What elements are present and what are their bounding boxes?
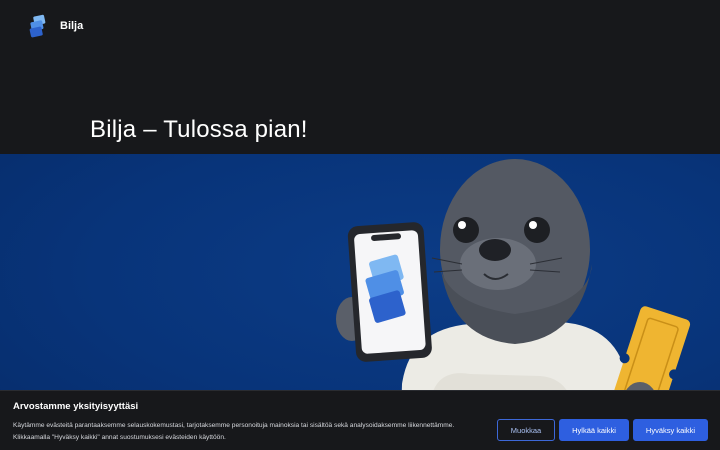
cookie-text-line-1: Käytämme evästeitä parantaaksemme selaus…	[13, 422, 455, 429]
top-bar: Bilja	[0, 0, 720, 52]
cookie-banner-title: Arvostamme yksityisyyttäsi	[13, 401, 139, 412]
cookie-text-line-2: Klikkaamalla "Hyväksy kaikki" annat suos…	[13, 434, 226, 441]
reject-all-button[interactable]: Hylkää kaikki	[559, 419, 629, 441]
brand-name: Bilja	[60, 20, 84, 32]
page: Bilja Bilja – Tulossa pian! Arvostamme y…	[0, 0, 720, 450]
page-title: Bilja – Tulossa pian!	[90, 116, 308, 143]
edit-cookies-button[interactable]: Muokkaa	[497, 419, 555, 441]
cookie-banner-text: Käytämme evästeitä parantaaksemme selaus…	[13, 420, 483, 444]
bilja-logo-icon	[29, 14, 46, 38]
brand-home-link[interactable]: Bilja	[26, 14, 83, 38]
accept-all-button[interactable]: Hyväksy kaikki	[633, 419, 708, 441]
